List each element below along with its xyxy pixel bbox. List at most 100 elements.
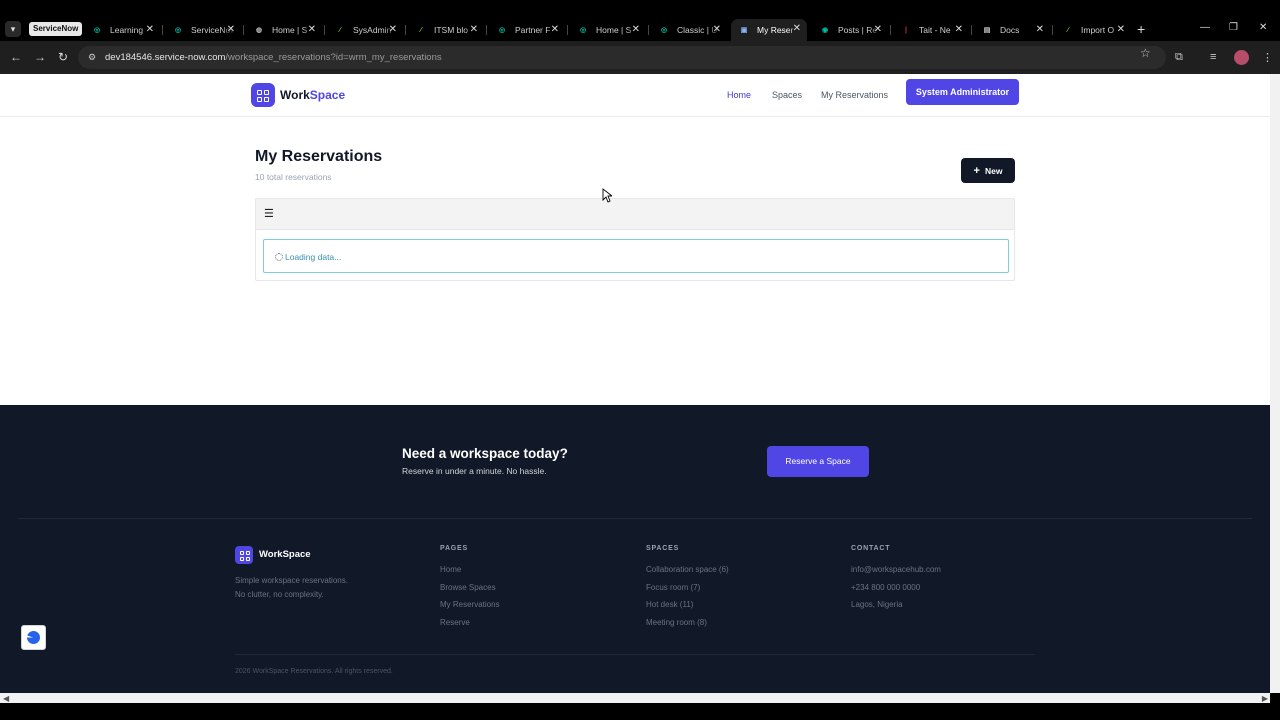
browser-tab-bar: ▾ ServiceNow ◎ Learning ✕ ◎ ServiceNow ✕ ◍ Home…: [0, 0, 1280, 41]
reload-icon[interactable]: ↻: [58, 50, 68, 64]
browser-tab[interactable]: ▤ Docs ✕: [974, 20, 1050, 40]
footer-link-my-reservations[interactable]: My Reservations: [440, 600, 500, 618]
browser-tab[interactable]: ◎ Home | S ✕: [570, 20, 646, 40]
tab-separator: [971, 25, 972, 35]
close-tab-icon[interactable]: ✕: [470, 24, 478, 35]
close-tab-icon[interactable]: ✕: [793, 23, 801, 34]
leaf-icon: ⁄: [420, 26, 422, 34]
workspace-icon: ▣: [740, 27, 748, 34]
close-tab-icon[interactable]: ✕: [713, 24, 721, 35]
reserve-space-button[interactable]: Reserve a Space: [767, 446, 869, 477]
horizontal-scrollbar[interactable]: ◀ ▶: [0, 693, 1270, 703]
user-menu-button[interactable]: System Administrator: [906, 79, 1019, 105]
site-header: WorkSpace Home Spaces My Reservations Sy…: [0, 74, 1270, 117]
reservations-list: ☰ Loading data...: [255, 198, 1015, 281]
close-tab-icon[interactable]: ✕: [874, 24, 882, 35]
spinner-icon: [275, 253, 283, 261]
browser-tab[interactable]: ◎ Classic | U ✕: [651, 20, 727, 40]
servicenow-icon: ◎: [498, 27, 506, 34]
workspace-logo-icon[interactable]: [251, 83, 275, 107]
bookmark-star-icon[interactable]: ☆: [1140, 46, 1151, 60]
tab-separator: [162, 25, 163, 35]
leaf-icon: ⁄: [339, 26, 341, 34]
window-bottom-edge: [0, 703, 1280, 720]
extensions-icon[interactable]: ⧉: [1175, 51, 1183, 64]
list-menu-icon[interactable]: ☰: [264, 209, 274, 220]
close-tab-icon[interactable]: ✕: [955, 24, 963, 35]
servicenow-icon: ◎: [174, 27, 182, 34]
tab-separator: [405, 25, 406, 35]
footer-copyright: 2026 WorkSpace Reservations. All rights …: [235, 668, 393, 675]
tab-search-button[interactable]: ▾: [5, 21, 21, 37]
browser-tab[interactable]: ▣ My Reser ✕: [731, 19, 807, 41]
footer-link-focus-room[interactable]: Focus room (7): [646, 583, 729, 601]
close-tab-icon[interactable]: ✕: [551, 24, 559, 35]
cta-title: Need a workspace today?: [402, 446, 568, 461]
scroll-left-icon[interactable]: ◀: [3, 694, 9, 703]
browser-tab[interactable]: ◎ Learning ✕: [84, 20, 160, 40]
reservation-count: 10 total reservations: [255, 172, 332, 182]
new-tab-button[interactable]: +: [1137, 22, 1145, 36]
browser-tab[interactable]: ◍ Home | S ✕: [246, 20, 322, 40]
tab-separator: [486, 25, 487, 35]
browser-tab[interactable]: ⁄ SysAdmin ✕: [327, 20, 403, 40]
close-tab-icon[interactable]: ✕: [1117, 24, 1125, 35]
footer-tagline: Simple workspace reservations. No clutte…: [235, 576, 348, 599]
page-content: WorkSpace Home Spaces My Reservations Sy…: [0, 74, 1270, 405]
browser-menu-icon[interactable]: ⋮: [1262, 51, 1273, 64]
close-tab-icon[interactable]: ✕: [389, 24, 397, 35]
close-window-icon[interactable]: ✕: [1259, 22, 1267, 33]
close-tab-icon[interactable]: ✕: [1036, 24, 1044, 35]
browser-tab[interactable]: ◉ Posts | Re ✕: [812, 20, 888, 40]
minimize-icon[interactable]: —: [1200, 22, 1210, 33]
back-icon[interactable]: ←: [10, 50, 22, 64]
footer-divider: [18, 518, 1252, 519]
address-bar[interactable]: ⚙ dev184546.service-now.com/workspace_re…: [78, 46, 1166, 69]
tab-separator: [324, 25, 325, 35]
browser-tab[interactable]: | Tait - Ne ✕: [893, 20, 969, 40]
media-controls-icon[interactable]: ≡: [1210, 51, 1216, 63]
list-toolbar: ☰: [256, 199, 1014, 230]
new-button-label: New: [984, 165, 1003, 176]
footer-link-collaboration-space[interactable]: Collaboration space (6): [646, 565, 729, 583]
tab-group-label[interactable]: ServiceNow: [29, 22, 83, 36]
servicenow-icon: ◎: [579, 27, 587, 34]
url-text[interactable]: dev184546.service-now.com/workspace_rese…: [105, 52, 442, 63]
globe-icon: ◍: [255, 27, 263, 34]
close-tab-icon[interactable]: ✕: [227, 24, 235, 35]
footer-link-browse-spaces[interactable]: Browse Spaces: [440, 583, 500, 601]
vertical-scrollbar[interactable]: [1270, 74, 1280, 693]
new-reservation-button[interactable]: + New: [961, 158, 1015, 183]
maximize-icon[interactable]: ❐: [1229, 22, 1238, 33]
servicenow-icon: ◎: [660, 27, 668, 34]
nav-my-reservations[interactable]: My Reservations: [821, 90, 888, 100]
profile-avatar[interactable]: [1234, 50, 1249, 65]
browser-tab[interactable]: ◎ ServiceNow ✕: [165, 20, 241, 40]
help-widget-icon[interactable]: [21, 625, 46, 650]
forward-icon[interactable]: →: [34, 50, 46, 64]
browser-tab[interactable]: ⁄ Import O ✕: [1055, 20, 1131, 40]
footer-link-meeting-room[interactable]: Meeting room (8): [646, 618, 729, 636]
footer-link-hot-desk[interactable]: Hot desk (11): [646, 600, 729, 618]
close-tab-icon[interactable]: ✕: [632, 24, 640, 35]
nav-spaces[interactable]: Spaces: [772, 90, 802, 100]
browser-tab[interactable]: ⁄ ITSM blo ✕: [408, 20, 484, 40]
doc-icon: ▤: [983, 27, 991, 34]
footer-pages-column: PAGES Home Browse Spaces My Reservations…: [440, 545, 500, 636]
footer-logo-icon: [235, 546, 253, 564]
close-tab-icon[interactable]: ✕: [308, 24, 316, 35]
browser-tab[interactable]: ◎ Partner F ✕: [489, 20, 565, 40]
footer-spaces-column: SPACES Collaboration space (6) Focus roo…: [646, 545, 729, 636]
site-info-icon[interactable]: ⚙: [88, 52, 99, 63]
tab-separator: [243, 25, 244, 35]
brand-name[interactable]: WorkSpace: [280, 88, 345, 102]
footer-contact-email[interactable]: info@workspacehub.com: [851, 565, 941, 583]
tab-separator: [1052, 25, 1053, 35]
tait-icon: |: [905, 26, 907, 34]
footer-contact-location: Lagos, Nigeria: [851, 600, 903, 610]
footer-link-reserve[interactable]: Reserve: [440, 618, 500, 636]
scroll-right-icon[interactable]: ▶: [1262, 694, 1268, 703]
close-tab-icon[interactable]: ✕: [146, 24, 154, 35]
footer-link-home[interactable]: Home: [440, 565, 500, 583]
nav-home[interactable]: Home: [727, 90, 751, 100]
